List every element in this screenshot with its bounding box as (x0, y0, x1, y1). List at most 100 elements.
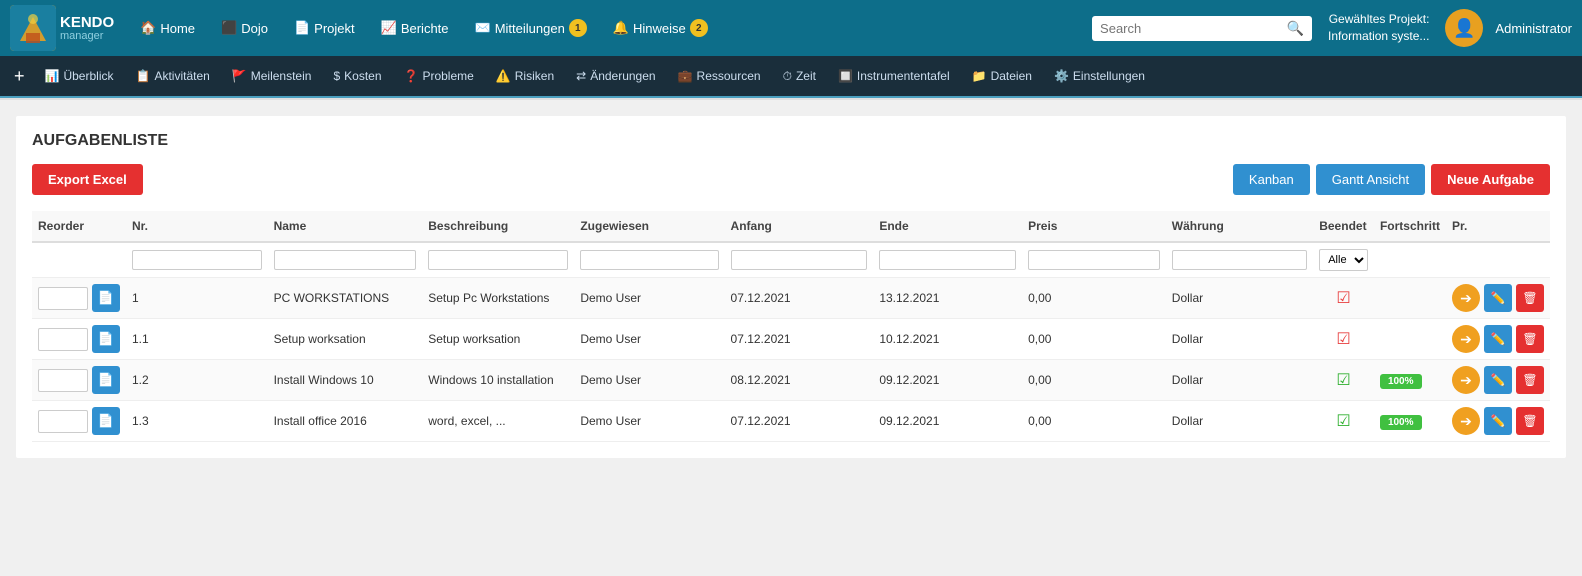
filter-beschreibung[interactable] (422, 242, 574, 278)
zugewiesen-cell-2: Demo User (574, 319, 724, 360)
edit-button-2[interactable]: ✏️ (1484, 325, 1512, 353)
nav-home[interactable]: 🏠 Home (130, 14, 205, 42)
kanban-button[interactable]: Kanban (1233, 164, 1310, 195)
preis-cell-2: 0,00 (1022, 319, 1166, 360)
delete-button-1[interactable]: 🗑 (1516, 284, 1544, 312)
beendet-cell-4: ☑ (1313, 401, 1374, 442)
nr-cell-3: 1.2 (126, 360, 268, 401)
edit-button-3[interactable]: ✏️ (1484, 366, 1512, 394)
filter-fortschritt (1374, 242, 1446, 278)
col-name: Name (268, 211, 423, 242)
fortschritt-cell-4: 100% (1374, 401, 1446, 442)
nav-projekt[interactable]: 📄 Projekt (284, 14, 365, 42)
doc-button-1[interactable]: 📄 (92, 284, 120, 312)
search-input[interactable] (1100, 21, 1281, 36)
col-beschreibung: Beschreibung (422, 211, 574, 242)
filter-beschreibung-input[interactable] (428, 250, 568, 270)
nav-meilenstein[interactable]: 🚩 Meilenstein (222, 65, 322, 87)
reorder-input-2[interactable] (38, 328, 88, 351)
progress-bar-4: 100% (1380, 415, 1422, 430)
zugewiesen-cell-1: Demo User (574, 278, 724, 319)
filter-waehrung[interactable] (1166, 242, 1313, 278)
ende-cell-1: 13.12.2021 (873, 278, 1022, 319)
table-row: 📄 1 PC WORKSTATIONS Setup Pc Workstation… (32, 278, 1550, 319)
filter-beendet[interactable]: Alle (1313, 242, 1374, 278)
arrow-button-2[interactable]: ➔ (1452, 325, 1480, 353)
filter-anfang-input[interactable] (731, 250, 868, 270)
nav-kosten[interactable]: $ Kosten (323, 65, 391, 87)
arrow-button-3[interactable]: ➔ (1452, 366, 1480, 394)
col-zugewiesen: Zugewiesen (574, 211, 724, 242)
nav-ressourcen[interactable]: 💼 Ressourcen (668, 65, 771, 87)
gantt-button[interactable]: Gantt Ansicht (1316, 164, 1425, 195)
reorder-input-4[interactable] (38, 410, 88, 433)
nav-anderungen[interactable]: ⇄ Änderungen (566, 65, 665, 87)
edit-button-1[interactable]: ✏️ (1484, 284, 1512, 312)
filter-nr-input[interactable] (132, 250, 262, 270)
filter-waehrung-input[interactable] (1172, 250, 1307, 270)
filter-zugewiesen-input[interactable] (580, 250, 718, 270)
filter-anfang[interactable] (725, 242, 874, 278)
filter-preis[interactable] (1022, 242, 1166, 278)
waehrung-cell-3: Dollar (1166, 360, 1313, 401)
nav-instrumententafel[interactable]: 🔲 Instrumententafel (828, 65, 960, 87)
admin-label: Administrator (1495, 21, 1572, 36)
nav-dojo[interactable]: ⬛ Dojo (211, 14, 278, 42)
doc-button-3[interactable]: 📄 (92, 366, 120, 394)
settings-icon: ⚙️ (1054, 69, 1069, 83)
beschreibung-cell-4: word, excel, ... (422, 401, 574, 442)
arrow-button-4[interactable]: ➔ (1452, 407, 1480, 435)
doc-button-2[interactable]: 📄 (92, 325, 120, 353)
logo-area[interactable]: KENDO manager (10, 5, 114, 51)
ende-cell-3: 09.12.2021 (873, 360, 1022, 401)
beendet-check-1: ☑ (1336, 290, 1350, 307)
hints-icon: 🔔 (613, 20, 629, 36)
reorder-input-3[interactable] (38, 369, 88, 392)
arrow-button-1[interactable]: ➔ (1452, 284, 1480, 312)
filter-zugewiesen[interactable] (574, 242, 724, 278)
messages-icon: ✉️ (475, 20, 491, 36)
overview-icon: 📊 (45, 69, 60, 83)
filter-row: Alle (32, 242, 1550, 278)
reports-icon: 📈 (381, 20, 397, 36)
delete-button-3[interactable]: 🗑 (1516, 366, 1544, 394)
new-task-button[interactable]: Neue Aufgabe (1431, 164, 1550, 195)
nav-berichte[interactable]: 📈 Berichte (371, 14, 459, 42)
add-button[interactable]: + (6, 63, 33, 89)
nav-risiken[interactable]: ⚠️ Risiken (486, 65, 564, 87)
nav-zeit[interactable]: ⏱ Zeit (773, 65, 826, 88)
filter-name[interactable] (268, 242, 423, 278)
nav-aktivitaten[interactable]: 📋 Aktivitäten (125, 65, 219, 87)
edit-button-4[interactable]: ✏️ (1484, 407, 1512, 435)
delete-button-2[interactable]: 🗑 (1516, 325, 1544, 353)
filter-name-input[interactable] (274, 250, 417, 270)
nav-uberblick[interactable]: 📊 Überblick (35, 65, 124, 87)
col-ende: Ende (873, 211, 1022, 242)
filter-beendet-select[interactable]: Alle (1319, 249, 1368, 271)
col-anfang: Anfang (725, 211, 874, 242)
nav-mitteilungen[interactable]: ✉️ Mitteilungen 1 (465, 13, 597, 43)
beschreibung-cell-2: Setup worksation (422, 319, 574, 360)
avatar[interactable]: 👤 (1445, 9, 1483, 47)
name-cell-3: Install Windows 10 (268, 360, 423, 401)
export-excel-button[interactable]: Export Excel (32, 164, 143, 195)
reorder-cell-4: 📄 (32, 401, 126, 442)
nr-cell-4: 1.3 (126, 401, 268, 442)
filter-nr[interactable] (126, 242, 268, 278)
delete-button-4[interactable]: 🗑 (1516, 407, 1544, 435)
mitteilungen-badge: 1 (569, 19, 587, 37)
search-button[interactable]: 🔍 (1287, 20, 1304, 37)
reorder-input-1[interactable] (38, 287, 88, 310)
anfang-cell-2: 07.12.2021 (725, 319, 874, 360)
waehrung-cell-2: Dollar (1166, 319, 1313, 360)
filter-ende[interactable] (873, 242, 1022, 278)
filter-ende-input[interactable] (879, 250, 1016, 270)
doc-button-4[interactable]: 📄 (92, 407, 120, 435)
nav-hinweise[interactable]: 🔔 Hinweise 2 (603, 13, 718, 43)
nav-dateien[interactable]: 📁 Dateien (962, 65, 1042, 87)
nav-probleme[interactable]: ❓ Probleme (394, 65, 484, 87)
project-info: Gewähltes Projekt: Information syste... (1328, 11, 1429, 45)
nav-einstellungen[interactable]: ⚙️ Einstellungen (1044, 65, 1155, 87)
project-icon: 📄 (294, 20, 310, 36)
filter-preis-input[interactable] (1028, 250, 1160, 270)
